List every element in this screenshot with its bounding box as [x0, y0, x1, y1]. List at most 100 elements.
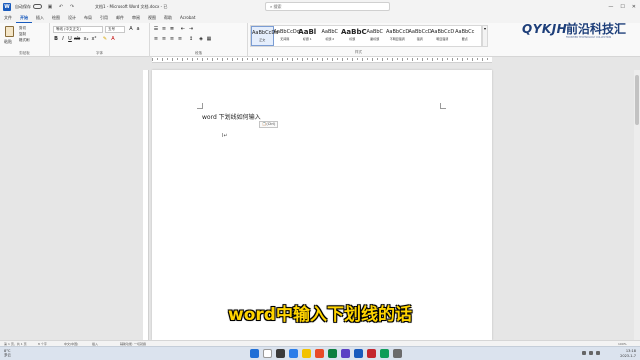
browser-icon[interactable] — [315, 349, 324, 358]
style-intense-emphasis[interactable]: AaBbCcD 明显强调 — [431, 26, 454, 46]
ruler-tick — [462, 58, 463, 61]
paste-options-button[interactable]: 📋(Ctrl) — [259, 121, 279, 128]
align-left-icon[interactable]: ≡ — [153, 36, 159, 42]
tab-view[interactable]: 视图 — [144, 13, 160, 23]
tab-design[interactable]: 设计 — [64, 13, 80, 23]
tab-references[interactable]: 引用 — [96, 13, 112, 23]
style-normal[interactable]: AaBbCcDd 正文 — [251, 26, 278, 46]
font-size-select[interactable]: 五号 — [105, 26, 125, 33]
tab-layout[interactable]: 布局 — [80, 13, 96, 23]
borders-icon[interactable]: ▦ — [206, 36, 212, 42]
autosave-label: 自动保存 — [15, 3, 31, 9]
app-icon[interactable] — [380, 349, 389, 358]
font-group-label: 字体 — [96, 51, 103, 55]
redo-icon[interactable]: ↷ — [69, 4, 75, 10]
bullets-icon[interactable]: ☰ — [153, 26, 159, 32]
line-spacing-icon[interactable]: ↕ — [188, 36, 194, 42]
numbering-icon[interactable]: ≡ — [161, 26, 167, 32]
style-no-spacing[interactable]: AaBbCcDd 无间隔 — [274, 26, 300, 46]
ruler-tick — [277, 58, 278, 60]
tab-home[interactable]: 开始 — [16, 13, 32, 23]
bold-icon[interactable]: B — [53, 36, 59, 42]
maximize-icon[interactable]: ☐ — [620, 4, 624, 10]
font-color-icon[interactable]: A — [110, 36, 116, 42]
style-subtle-emphasis[interactable]: AaBbCcD 不明显强调 — [386, 26, 409, 46]
tab-draw[interactable]: 绘图 — [48, 13, 64, 23]
widgets-icon[interactable] — [289, 349, 298, 358]
app-icon[interactable] — [341, 349, 350, 358]
scrollbar-thumb[interactable] — [635, 75, 639, 125]
justify-icon[interactable]: ≡ — [177, 36, 183, 42]
ruler-tick — [362, 58, 363, 61]
cut-button[interactable]: 剪切 — [19, 26, 26, 31]
ruler-tick — [367, 58, 368, 60]
format-painter-button[interactable]: 格式刷 — [19, 38, 30, 43]
style-heading-1[interactable]: AaBl 标题 1 — [296, 26, 319, 46]
close-icon[interactable]: ✕ — [632, 4, 636, 10]
style-heading-2[interactable]: AaBbC 标题 2 — [319, 26, 342, 46]
tab-insert[interactable]: 插入 — [32, 13, 48, 23]
increase-indent-icon[interactable]: ⇥ — [188, 26, 194, 32]
minimize-icon[interactable]: — — [608, 4, 613, 10]
app-icon[interactable] — [328, 349, 337, 358]
document-text-line[interactable]: word 下划线如何输入 — [202, 112, 261, 121]
tab-file[interactable]: 文件 — [0, 13, 16, 23]
app-icon[interactable] — [393, 349, 402, 358]
file-explorer-icon[interactable] — [302, 349, 311, 358]
search-taskbar-icon[interactable] — [263, 349, 272, 358]
paste-button-label[interactable]: 粘贴 — [4, 39, 12, 45]
style-title[interactable]: AaBbC 标题 — [341, 26, 367, 46]
word-taskbar-icon[interactable] — [354, 349, 363, 358]
ruler-tick — [487, 58, 488, 60]
underline-icon[interactable]: U — [67, 36, 73, 42]
superscript-icon[interactable]: x² — [91, 36, 97, 42]
shading-icon[interactable]: ◈ — [198, 36, 204, 42]
tab-mailings[interactable]: 邮件 — [112, 13, 128, 23]
style-sample: AaBbCcD — [431, 29, 455, 35]
paste-icon[interactable] — [5, 26, 14, 37]
highlight-icon[interactable]: ✎ — [102, 36, 108, 42]
grow-font-icon[interactable]: A — [128, 26, 134, 32]
clock[interactable]: 13:18 2023-1-7 — [620, 349, 636, 358]
style-strong[interactable]: AaBbCc 要点 — [454, 26, 477, 46]
channel-logo: QYKJH 前沿科技汇 FRONTIER TECHNOLOGY COLLECTI… — [518, 20, 640, 46]
weather-widget[interactable]: 8°C 多云 — [4, 349, 11, 357]
ruler-tick — [222, 58, 223, 61]
styles-scroll-icon[interactable]: ▾ — [482, 25, 488, 47]
tray-icon[interactable] — [582, 351, 586, 355]
search-input[interactable]: ⌕ 搜索 — [265, 2, 390, 11]
undo-icon[interactable]: ↶ — [58, 4, 64, 10]
save-icon[interactable]: ▣ — [47, 4, 53, 10]
horizontal-ruler[interactable] — [152, 57, 492, 63]
tab-help[interactable]: 帮助 — [160, 13, 176, 23]
tray-icon[interactable] — [589, 351, 593, 355]
strikethrough-icon[interactable]: ab — [74, 36, 80, 42]
ruler-tick — [157, 58, 158, 60]
tab-review[interactable]: 审阅 — [128, 13, 144, 23]
ruler-tick — [357, 58, 358, 60]
start-icon[interactable] — [250, 349, 259, 358]
italic-icon[interactable]: I — [60, 36, 66, 42]
acrobat-taskbar-icon[interactable] — [367, 349, 376, 358]
ruler-tick — [232, 58, 233, 61]
multilevel-list-icon[interactable]: ≣ — [169, 26, 175, 32]
ruler-tick — [172, 58, 173, 61]
subscript-icon[interactable]: x₂ — [83, 36, 89, 42]
align-center-icon[interactable]: ≡ — [161, 36, 167, 42]
tray-icon[interactable] — [596, 351, 600, 355]
ruler-tick — [332, 58, 333, 61]
align-right-icon[interactable]: ≡ — [169, 36, 175, 42]
style-name: 要点 — [461, 37, 468, 41]
tab-acrobat[interactable]: Acrobat — [176, 13, 199, 23]
shrink-font-icon[interactable]: a — [135, 26, 141, 32]
font-name-select[interactable]: 等线 (中文正文) — [53, 26, 103, 33]
ruler-tick — [237, 58, 238, 60]
style-name: 无间隔 — [280, 37, 290, 41]
style-subtitle[interactable]: AaBbC 副标题 — [364, 26, 387, 46]
copy-button[interactable]: 复制 — [19, 32, 26, 37]
autosave-toggle[interactable] — [33, 4, 42, 9]
task-view-icon[interactable] — [276, 349, 285, 358]
decrease-indent-icon[interactable]: ⇤ — [180, 26, 186, 32]
style-emphasis[interactable]: AaBbCcD 强调 — [409, 26, 432, 46]
ruler-tick — [227, 58, 228, 60]
